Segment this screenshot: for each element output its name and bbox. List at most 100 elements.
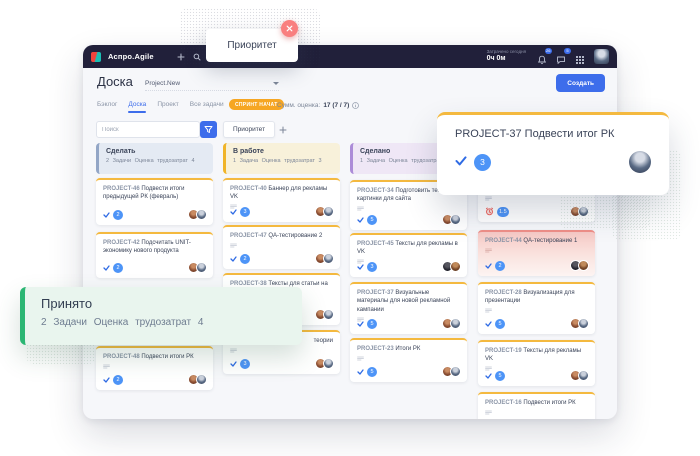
task-card[interactable]: PROJECT-23 Итоги РК 5 xyxy=(350,338,467,382)
checkmark-icon xyxy=(357,264,364,270)
description-icon xyxy=(230,243,333,248)
assignee-avatars xyxy=(315,253,334,264)
task-card[interactable]: PROJECT-45 Тексты для рекламы в VK 3 xyxy=(350,233,467,277)
description-icon xyxy=(485,308,588,313)
priority-filter-chip[interactable]: Приоритет xyxy=(223,121,275,138)
app-logo-icon xyxy=(91,52,101,62)
checkmark-icon xyxy=(230,209,237,215)
assignee-avatars xyxy=(315,358,334,369)
assignee-avatars xyxy=(442,318,461,329)
description-icon xyxy=(357,356,460,361)
create-button[interactable]: Создать xyxy=(556,74,605,92)
checkmark-icon xyxy=(230,361,237,367)
avatar xyxy=(196,374,207,385)
assignee-avatars xyxy=(570,370,589,381)
checkmark-icon xyxy=(485,263,492,269)
checkmark-icon xyxy=(357,321,364,327)
app-name: Аспро.Agile xyxy=(108,52,154,61)
assignee-avatars xyxy=(188,374,207,385)
tab-board[interactable]: Доска xyxy=(128,101,146,112)
bell-icon[interactable]: 26 xyxy=(537,52,547,62)
chat-badge: 5 xyxy=(564,48,571,54)
task-card[interactable]: PROJECT-42 Подсчитать UNIT-экономику нов… xyxy=(96,232,213,278)
accepted-title: Принято xyxy=(41,296,286,311)
top-navbar: Аспро.Agile Сп Затрачено сегодня 0ч 0м 2… xyxy=(83,45,617,68)
checkmark-icon xyxy=(357,217,364,223)
estimate-badge: 3 xyxy=(240,207,250,217)
assignee-avatars xyxy=(442,366,461,377)
time-tracked: Затрачено сегодня 0ч 0м xyxy=(487,50,526,63)
tab-project[interactable]: Проект xyxy=(157,101,178,112)
avatar xyxy=(450,318,461,329)
avatar xyxy=(196,209,207,220)
project-select[interactable]: Project.New xyxy=(145,80,279,91)
user-avatar[interactable] xyxy=(594,49,609,64)
apps-grid-icon[interactable] xyxy=(575,52,585,62)
accepted-column-callout: Принято 2 Задачи Оценка трудозатрат 4 xyxy=(20,287,302,345)
task-card[interactable]: PROJECT-48 Подвести итоги РК 2 xyxy=(96,346,213,390)
estimate-badge: 5 xyxy=(367,367,377,377)
avatar xyxy=(450,366,461,377)
assignee-avatars xyxy=(570,260,589,271)
column-header: Сделать 2 Задачи Оценка трудозатрат 4 xyxy=(96,143,213,174)
estimate-badge: 2 xyxy=(113,263,123,273)
avatar xyxy=(578,260,589,271)
checkmark-icon xyxy=(103,265,110,271)
description-icon xyxy=(485,410,588,415)
checkmark-icon xyxy=(357,369,364,375)
estimate-badge: 5 xyxy=(367,319,377,329)
avatar xyxy=(323,206,334,217)
filter-funnel-button[interactable] xyxy=(200,121,217,138)
sprint-status-badge: СПРИНТ НАЧАТ xyxy=(229,99,284,110)
popup-task-title: PROJECT-37 Подвести итог РК xyxy=(455,128,651,140)
task-card-overdue[interactable]: PROJECT-44 QA-тестирование 1 2 xyxy=(478,230,595,276)
summary-estimate: Сумм. оценка: 17 (7 / 7) xyxy=(277,102,359,109)
task-card-popup[interactable]: PROJECT-37 Подвести итог РК 3 xyxy=(437,112,669,195)
estimate-badge: 2 xyxy=(495,261,505,271)
accepted-meta: 2 Задачи Оценка трудозатрат 4 xyxy=(41,317,286,328)
assignee-avatars xyxy=(442,214,461,225)
estimate-badge: 1.5 xyxy=(497,207,509,217)
description-icon xyxy=(103,364,206,369)
board-tabs: Бэклог Доска Проект Все задачи xyxy=(97,101,224,112)
task-card[interactable]: PROJECT-37 Визуальные материалы для ново… xyxy=(350,282,467,334)
close-icon[interactable] xyxy=(281,20,298,37)
avatar xyxy=(323,309,334,320)
task-card[interactable]: PROJECT-28 Визуализация для презентации … xyxy=(478,282,595,334)
avatar xyxy=(450,214,461,225)
app-window: Аспро.Agile Сп Затрачено сегодня 0ч 0м 2… xyxy=(83,45,617,419)
grain-decoration xyxy=(560,190,650,230)
task-card[interactable]: PROJECT-19 Тексты для рекламы VK 5 xyxy=(478,340,595,386)
alarm-clock-icon xyxy=(485,207,494,216)
description-icon xyxy=(485,248,588,253)
task-card[interactable]: PROJECT-40 Баннер для рекламы VK 3 xyxy=(223,178,340,222)
checkmark-icon xyxy=(455,153,467,171)
checkmark-icon xyxy=(485,373,492,379)
assignee-avatars xyxy=(315,309,334,320)
info-icon[interactable] xyxy=(352,102,359,109)
page-title: Доска xyxy=(97,74,133,89)
search-input[interactable] xyxy=(96,121,200,138)
assignee-avatars xyxy=(188,209,207,220)
add-filter-button[interactable] xyxy=(276,121,290,138)
avatar xyxy=(450,261,461,272)
assignee-avatar xyxy=(629,151,651,173)
estimate-badge: 2 xyxy=(113,210,123,220)
avatar xyxy=(323,358,334,369)
estimate-badge: 3 xyxy=(367,262,377,272)
estimate-badge: 5 xyxy=(495,319,505,329)
task-card[interactable]: PROJECT-46 Подвести итоги предыдущей РК … xyxy=(96,178,213,225)
avatar xyxy=(323,253,334,264)
checkmark-icon xyxy=(103,212,110,218)
tab-backlog[interactable]: Бэклог xyxy=(97,101,117,112)
description-icon xyxy=(357,206,460,211)
assignee-avatars xyxy=(188,262,207,273)
tab-all-tasks[interactable]: Все задачи xyxy=(190,101,224,112)
task-card[interactable]: PROJECT-16 Подвести итоги РК xyxy=(478,392,595,419)
task-card[interactable]: PROJECT-47 QA-тестирование 2 2 xyxy=(223,225,340,269)
column-header: В работе 1 Задача Оценка трудозатрат 3 xyxy=(223,143,340,174)
column-in-progress: В работе 1 Задача Оценка трудозатрат 3 P… xyxy=(223,143,340,419)
estimate-badge: 5 xyxy=(367,215,377,225)
project-select-value: Project.New xyxy=(145,80,180,87)
chat-icon[interactable]: 5 xyxy=(556,52,566,62)
